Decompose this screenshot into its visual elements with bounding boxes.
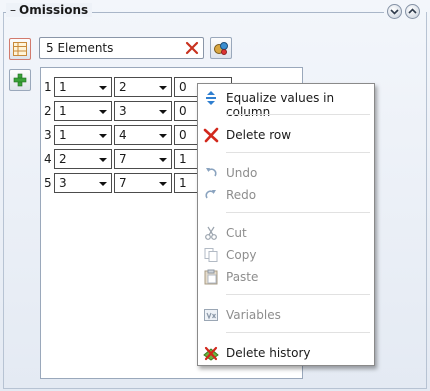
row-combo-first[interactable]: 3 xyxy=(54,173,112,193)
menu-item-equalize[interactable]: Equalize values in column xyxy=(198,87,374,119)
scroll-down-button[interactable] xyxy=(387,4,402,19)
row-index: 1 xyxy=(44,80,52,94)
menu-label: Paste xyxy=(226,270,259,284)
menu-separator xyxy=(226,114,370,115)
variables-settings-icon xyxy=(214,42,228,55)
group-title: – Omissions xyxy=(6,3,93,17)
group-dash: – xyxy=(10,3,16,17)
combo-value: 1 xyxy=(59,104,67,118)
menu-separator xyxy=(226,152,370,153)
elements-field[interactable]: 5 Elements xyxy=(39,37,204,59)
dropdown-arrow-icon xyxy=(99,86,107,90)
menu-separator xyxy=(226,294,370,295)
combo-value: 1 xyxy=(59,128,67,142)
combo-value: 3 xyxy=(59,176,67,190)
combo-value: 3 xyxy=(119,104,127,118)
elements-value: 5 Elements xyxy=(46,41,114,55)
row-combo-second[interactable]: 7 xyxy=(114,149,172,169)
cell-value: 0 xyxy=(179,104,187,118)
menu-item-delete-row[interactable]: Delete row xyxy=(198,124,374,146)
context-menu: Equalize values in column Delete row Und… xyxy=(197,83,375,366)
group-title-text: Omissions xyxy=(19,3,89,17)
row-combo-first[interactable]: 1 xyxy=(54,77,112,97)
row-combo-first[interactable]: 1 xyxy=(54,125,112,145)
collapse-button[interactable] xyxy=(405,4,420,19)
combo-value: 4 xyxy=(119,128,127,142)
menu-label: Variables xyxy=(226,308,281,322)
cell-value: 1 xyxy=(179,152,187,166)
row-combo-second[interactable]: 4 xyxy=(114,125,172,145)
chevron-down-icon xyxy=(390,9,399,15)
dropdown-arrow-icon xyxy=(159,110,167,114)
row-combo-first[interactable]: 2 xyxy=(54,149,112,169)
clear-icon[interactable] xyxy=(185,41,199,55)
combo-value: 1 xyxy=(59,80,67,94)
undo-icon xyxy=(206,168,217,177)
combo-value: 7 xyxy=(119,152,127,166)
menu-label: Copy xyxy=(226,248,257,262)
menu-item-variables[interactable]: Variables xyxy=(198,304,374,326)
dropdown-arrow-icon xyxy=(99,158,107,162)
table-icon xyxy=(13,42,27,56)
table-view-button[interactable] xyxy=(9,38,31,60)
scissors-icon xyxy=(205,226,217,240)
dropdown-arrow-icon xyxy=(159,182,167,186)
menu-separator xyxy=(226,332,370,333)
add-row-button[interactable] xyxy=(9,69,31,91)
delete-history-icon xyxy=(203,346,219,361)
copy-icon xyxy=(204,248,218,262)
menu-label: Redo xyxy=(226,188,257,202)
group-header-line-right xyxy=(82,12,384,13)
menu-label: Delete row xyxy=(226,128,292,142)
dropdown-arrow-icon xyxy=(159,158,167,162)
dropdown-arrow-icon xyxy=(99,110,107,114)
combo-value: 2 xyxy=(119,80,127,94)
row-index: 5 xyxy=(44,176,52,190)
plus-icon xyxy=(13,73,27,87)
menu-label: Cut xyxy=(226,226,247,240)
menu-item-cut[interactable]: Cut xyxy=(198,222,374,244)
row-index: 4 xyxy=(44,152,52,166)
dropdown-arrow-icon xyxy=(159,134,167,138)
equalize-icon xyxy=(206,91,216,105)
variable-settings-button[interactable] xyxy=(210,37,232,59)
menu-item-redo[interactable]: Redo xyxy=(198,184,374,206)
row-combo-second[interactable]: 7 xyxy=(114,173,172,193)
row-combo-second[interactable]: 3 xyxy=(114,101,172,121)
cell-value: 0 xyxy=(179,80,187,94)
cell-value: 1 xyxy=(179,176,187,190)
row-combo-first[interactable]: 1 xyxy=(54,101,112,121)
variables-icon xyxy=(204,309,218,321)
chevron-up-icon xyxy=(408,8,417,14)
combo-value: 2 xyxy=(59,152,67,166)
menu-item-undo[interactable]: Undo xyxy=(198,162,374,184)
combo-value: 7 xyxy=(119,176,127,190)
cell-value: 0 xyxy=(179,128,187,142)
dropdown-arrow-icon xyxy=(99,182,107,186)
menu-item-delete-history[interactable]: Delete history xyxy=(198,342,374,364)
row-index: 3 xyxy=(44,128,52,142)
row-combo-second[interactable]: 2 xyxy=(114,77,172,97)
menu-item-paste[interactable]: Paste xyxy=(198,266,374,288)
delete-icon xyxy=(203,127,219,143)
menu-label: Delete history xyxy=(226,346,311,360)
dropdown-arrow-icon xyxy=(159,86,167,90)
menu-label: Undo xyxy=(226,166,258,180)
menu-separator xyxy=(226,212,370,213)
menu-item-copy[interactable]: Copy xyxy=(198,244,374,266)
paste-icon xyxy=(204,269,218,285)
dropdown-arrow-icon xyxy=(99,134,107,138)
row-index: 2 xyxy=(44,104,52,118)
redo-icon xyxy=(205,190,216,199)
